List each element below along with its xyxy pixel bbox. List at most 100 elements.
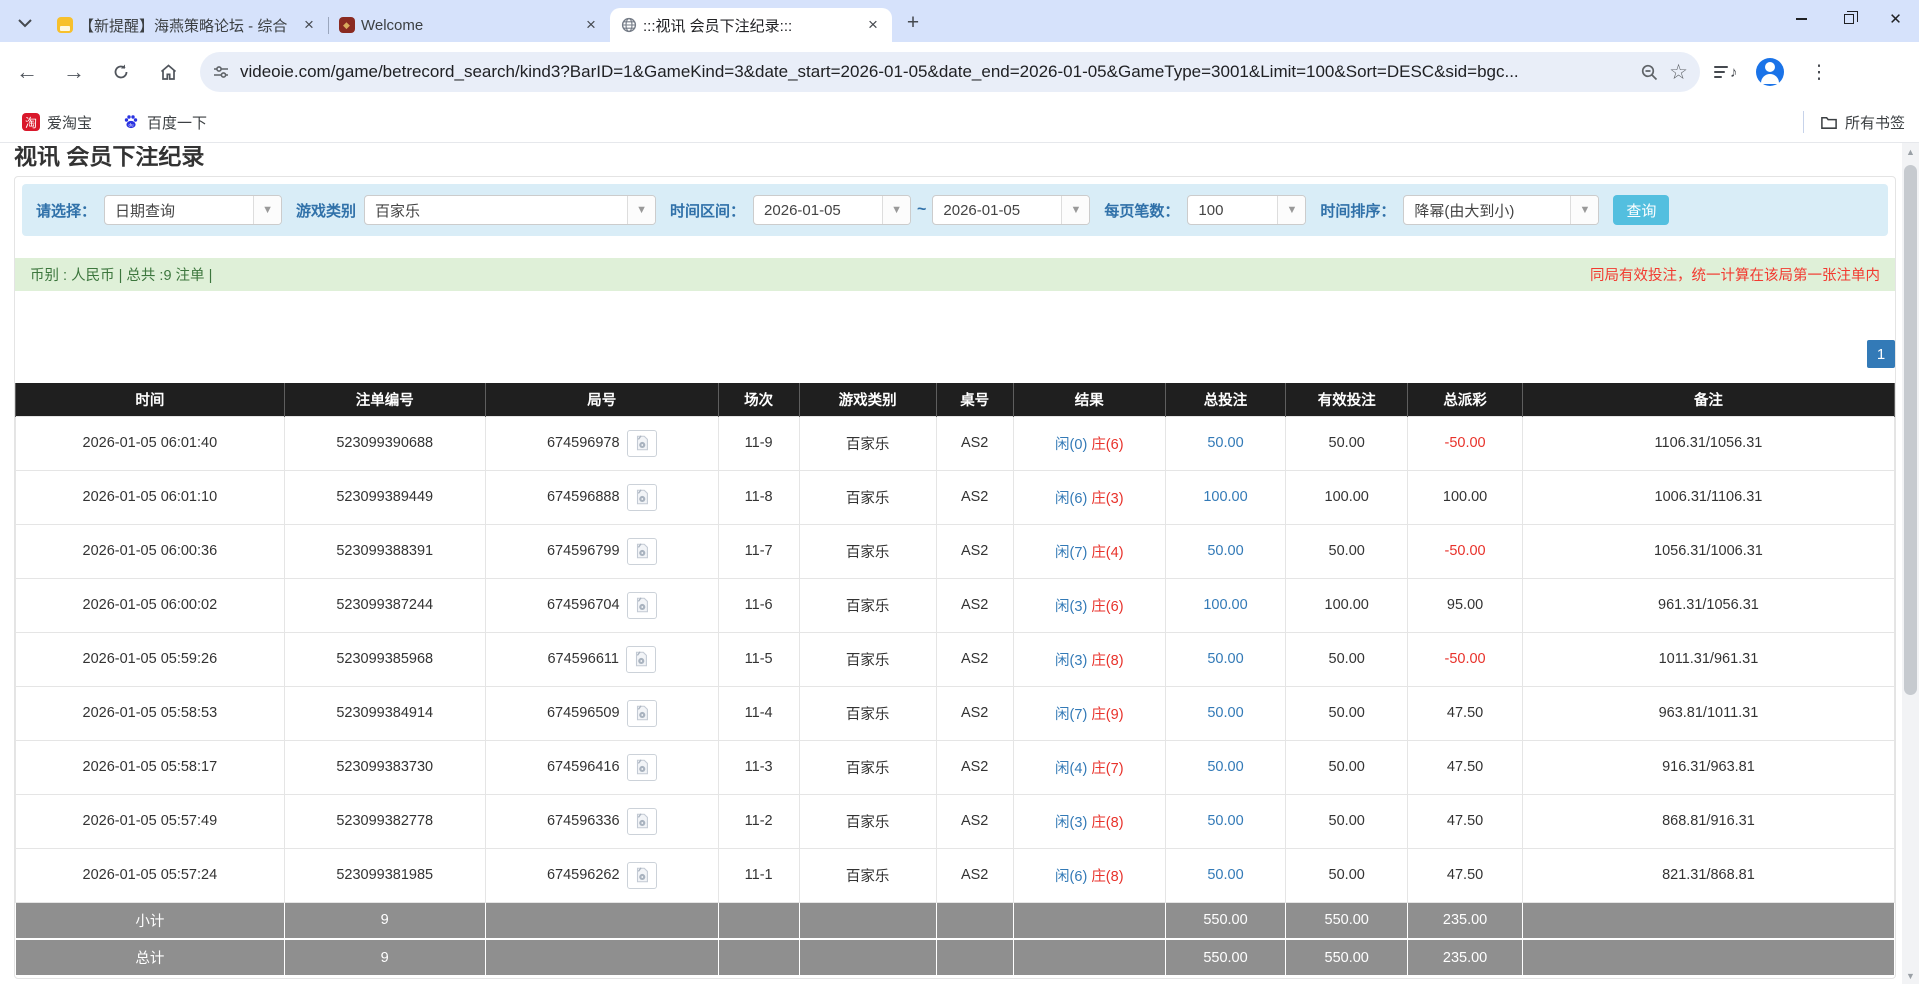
query-button[interactable]: 查询 — [1613, 195, 1669, 225]
cell-total-bet[interactable]: 50.00 — [1165, 848, 1285, 902]
video-replay-button[interactable] — [626, 646, 656, 673]
sort-select[interactable]: 降幂(由大到小) ▼ — [1403, 195, 1599, 225]
tab-search-chevron-icon[interactable] — [8, 7, 42, 39]
cell-note: 821.31/868.81 — [1522, 848, 1894, 902]
cell-result: 闲(3) 庄(8) — [1013, 794, 1165, 848]
cell-result: 闲(0) 庄(6) — [1013, 416, 1165, 470]
video-replay-button[interactable] — [627, 430, 657, 457]
home-icon[interactable] — [148, 52, 188, 92]
video-replay-button[interactable] — [627, 700, 657, 727]
cell-round-no: 674596611 — [485, 632, 718, 686]
bookmark-baidu[interactable]: du 百度一下 — [114, 107, 215, 137]
subtotal-count: 9 — [284, 902, 485, 939]
zoom-icon[interactable] — [1640, 63, 1659, 82]
cell-game: 百家乐 — [799, 740, 936, 794]
cell-total-bet[interactable]: 100.00 — [1165, 470, 1285, 524]
chevron-down-icon[interactable]: ▼ — [1570, 196, 1598, 224]
cell-time: 2026-01-05 06:00:02 — [16, 578, 285, 632]
cell-total-bet[interactable]: 50.00 — [1165, 632, 1285, 686]
chevron-down-icon[interactable]: ▼ — [253, 196, 281, 224]
range-tilde: ~ — [917, 201, 926, 219]
chevron-down-icon[interactable]: ▼ — [1277, 196, 1305, 224]
back-icon[interactable]: ← — [7, 52, 47, 92]
video-replay-button[interactable] — [627, 862, 657, 889]
cell-result: 闲(3) 庄(6) — [1013, 578, 1165, 632]
url-text[interactable]: videoie.com/game/betrecord_search/kind3?… — [240, 62, 1630, 82]
col-time: 时间 — [16, 383, 285, 416]
video-replay-button[interactable] — [627, 754, 657, 781]
forward-icon[interactable]: → — [54, 52, 94, 92]
tab-welcome[interactable]: ◆ Welcome × — [328, 8, 610, 42]
cell-bet-no: 523099382778 — [284, 794, 485, 848]
round-no-text: 674596888 — [547, 489, 620, 505]
close-button[interactable]: ✕ — [1872, 0, 1919, 38]
video-replay-button[interactable] — [627, 484, 657, 511]
per-page-select[interactable]: 100 ▼ — [1187, 195, 1306, 225]
cell-total-bet[interactable]: 50.00 — [1165, 416, 1285, 470]
query-type-select[interactable]: 日期查询 ▼ — [104, 195, 282, 225]
cell-bet-no: 523099390688 — [284, 416, 485, 470]
cell-total-bet[interactable]: 50.00 — [1165, 686, 1285, 740]
cell-round-no: 674596336 — [485, 794, 718, 848]
cell-bet-no: 523099384914 — [284, 686, 485, 740]
cell-round-no: 674596416 — [485, 740, 718, 794]
cell-payout: 47.50 — [1408, 740, 1523, 794]
video-replay-button[interactable] — [627, 538, 657, 565]
video-replay-button[interactable] — [627, 808, 657, 835]
cell-total-bet[interactable]: 50.00 — [1165, 794, 1285, 848]
cell-result: 闲(6) 庄(3) — [1013, 470, 1165, 524]
table-row: 2026-01-05 06:00:02523099387244674596704… — [16, 578, 1895, 632]
scroll-down-icon[interactable]: ▼ — [1902, 967, 1919, 984]
reload-icon[interactable] — [101, 52, 141, 92]
cell-session: 11-9 — [718, 416, 799, 470]
page-title-clip: 视讯 会员下注纪录 — [14, 146, 1919, 169]
tab-close-icon[interactable]: × — [862, 14, 884, 36]
scrollbar-thumb[interactable] — [1904, 165, 1917, 695]
media-controls-icon[interactable]: ♪ — [1714, 63, 1738, 81]
table-header: 时间 注单编号 局号 场次 游戏类别 桌号 结果 总投注 有效投注 总派彩 备注 — [16, 383, 1895, 416]
all-bookmarks[interactable]: 所有书签 — [1803, 111, 1905, 133]
cell-payout: 47.50 — [1408, 794, 1523, 848]
scroll-up-icon[interactable]: ▲ — [1902, 143, 1919, 160]
result-banker: 庄(4) — [1091, 545, 1123, 561]
date-end-select[interactable]: 2026-01-05 ▼ — [932, 195, 1090, 225]
page-scrollbar[interactable]: ▲ ▼ — [1902, 143, 1919, 984]
cell-game: 百家乐 — [799, 794, 936, 848]
cell-table: AS2 — [936, 794, 1013, 848]
profile-avatar[interactable] — [1756, 58, 1784, 86]
cell-session: 11-5 — [718, 632, 799, 686]
tab-forum[interactable]: 【新提醒】海燕策略论坛 - 综合 × — [46, 8, 328, 42]
chevron-down-icon[interactable]: ▼ — [1061, 196, 1089, 224]
restore-button[interactable] — [1825, 0, 1872, 38]
cell-session: 11-3 — [718, 740, 799, 794]
tab-close-icon[interactable]: × — [298, 14, 320, 36]
tab-bet-records[interactable]: :::视讯 会员下注纪录::: × — [610, 8, 892, 42]
menu-dots-icon[interactable]: ⋮ — [1802, 61, 1837, 84]
cell-payout: 47.50 — [1408, 686, 1523, 740]
cell-game: 百家乐 — [799, 848, 936, 902]
chevron-down-icon[interactable]: ▼ — [627, 196, 655, 224]
cell-bet-no: 523099387244 — [284, 578, 485, 632]
cell-note: 1006.31/1106.31 — [1522, 470, 1894, 524]
cell-total-bet[interactable]: 100.00 — [1165, 578, 1285, 632]
table-row: 2026-01-05 05:57:24523099381985674596262… — [16, 848, 1895, 902]
round-no-text: 674596978 — [547, 435, 620, 451]
video-replay-button[interactable] — [627, 592, 657, 619]
address-bar[interactable]: videoie.com/game/betrecord_search/kind3?… — [200, 52, 1700, 92]
tab-close-icon[interactable]: × — [580, 14, 602, 36]
cell-game: 百家乐 — [799, 416, 936, 470]
site-settings-tune-icon[interactable] — [212, 63, 230, 81]
bookmark-star-icon[interactable]: ☆ — [1669, 60, 1688, 85]
chevron-down-icon[interactable]: ▼ — [882, 196, 910, 224]
cell-total-bet[interactable]: 50.00 — [1165, 524, 1285, 578]
col-total-bet: 总投注 — [1165, 383, 1285, 416]
new-tab-button[interactable]: + — [898, 8, 928, 38]
cell-total-bet[interactable]: 50.00 — [1165, 740, 1285, 794]
minimize-button[interactable] — [1778, 0, 1825, 38]
game-kind-select[interactable]: 百家乐 ▼ — [364, 195, 656, 225]
bookmark-taobao[interactable]: 淘 爱淘宝 — [14, 107, 100, 137]
date-start-select[interactable]: 2026-01-05 ▼ — [753, 195, 911, 225]
subtotal-valid-bet: 550.00 — [1286, 902, 1408, 939]
cell-note: 961.31/1056.31 — [1522, 578, 1894, 632]
page-1-button[interactable]: 1 — [1867, 340, 1895, 368]
